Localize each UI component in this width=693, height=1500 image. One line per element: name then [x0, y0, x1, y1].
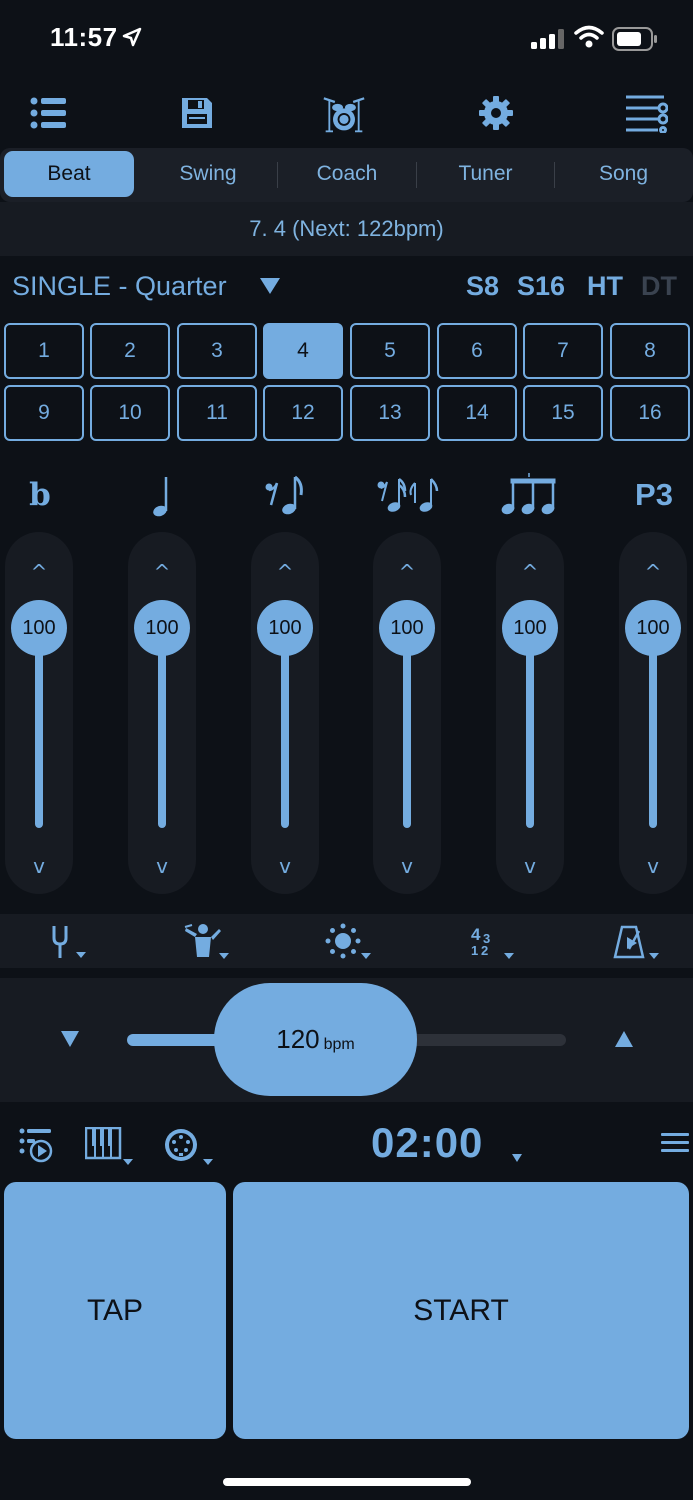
battery-icon [612, 27, 657, 51]
slider-knob[interactable]: 100 [11, 600, 67, 656]
caret-down-icon[interactable]: v [619, 854, 687, 878]
tempo-knob[interactable]: 120 bpm [214, 983, 417, 1096]
tempo-decrease-icon[interactable] [60, 1030, 80, 1048]
tempo-increase-icon[interactable] [614, 1030, 634, 1048]
beat-button-13[interactable]: 13 [350, 385, 430, 441]
slider-knob[interactable]: 100 [257, 600, 313, 656]
status-bar: 11:57 [0, 0, 693, 80]
tap-button[interactable]: TAP [4, 1182, 226, 1439]
beat-button-1[interactable]: 1 [4, 323, 84, 379]
tab-tuner[interactable]: Tuner [417, 151, 554, 197]
status-time: 11:57 [50, 22, 118, 52]
beat-button-14[interactable]: 14 [437, 385, 517, 441]
eighth-rest-note-icon[interactable] [262, 470, 306, 520]
triplet-notes-icon[interactable] [498, 470, 558, 520]
beat-button-7[interactable]: 7 [523, 323, 603, 379]
beat-button-6[interactable]: 6 [437, 323, 517, 379]
midi-icon[interactable] [163, 1127, 215, 1170]
signal-icon [531, 29, 564, 49]
settings-sliders-icon[interactable] [624, 91, 668, 135]
playlist-play-icon[interactable] [19, 1127, 55, 1168]
volume-slider[interactable]: ^ 100 v [373, 532, 441, 894]
caret-down-icon[interactable]: v [5, 854, 73, 878]
caret-up-icon[interactable]: ^ [496, 560, 564, 584]
tuning-fork-icon[interactable] [50, 922, 90, 962]
menu-icon[interactable] [661, 1133, 689, 1153]
triangle-down-icon[interactable] [259, 277, 281, 295]
beat-button-10[interactable]: 10 [90, 385, 170, 441]
tab-swing[interactable]: Swing [139, 151, 277, 197]
piano-keys-icon[interactable] [84, 1126, 137, 1170]
volume-slider[interactable]: ^ 100 v [496, 532, 564, 894]
sixteenth-notes-icon[interactable] [375, 470, 439, 520]
list-icon[interactable] [26, 91, 70, 135]
beat-button-3[interactable]: 3 [177, 323, 257, 379]
slider-knob[interactable]: 100 [379, 600, 435, 656]
flat-icon[interactable]: b [25, 470, 55, 520]
slider-knob[interactable]: 100 [625, 600, 681, 656]
tools-bar: 4312 [0, 914, 693, 968]
volume-slider[interactable]: ^ 100 v [5, 532, 73, 894]
brightness-icon[interactable] [325, 922, 373, 962]
wifi-icon [574, 25, 604, 48]
beat-button-5[interactable]: 5 [350, 323, 430, 379]
caret-up-icon[interactable]: ^ [5, 560, 73, 584]
location-arrow-icon [122, 27, 142, 47]
bottom-toolbar: 02:00 [0, 1115, 693, 1175]
tab-song[interactable]: Song [555, 151, 692, 197]
beat-button-11[interactable]: 11 [177, 385, 257, 441]
p3-label[interactable]: P3 [628, 470, 680, 520]
save-icon[interactable] [175, 91, 219, 135]
slider-knob[interactable]: 100 [502, 600, 558, 656]
beat-button-12[interactable]: 12 [263, 385, 343, 441]
subdivision-mode-row: SINGLE - Quarter S8 S16 HT DT [0, 265, 693, 311]
tempo-unit: bpm [323, 1035, 355, 1053]
svg-text:1: 1 [471, 943, 478, 958]
start-button[interactable]: START [233, 1182, 689, 1439]
metronome-play-icon[interactable] [613, 922, 661, 962]
tempo-track-filled[interactable] [127, 1034, 227, 1046]
volume-slider[interactable]: ^ 100 v [251, 532, 319, 894]
tempo-panel: 120 bpm [0, 978, 693, 1102]
caret-up-icon[interactable]: ^ [251, 560, 319, 584]
song-info-text: 7. 4 (Next: 122bpm) [0, 202, 693, 256]
svg-text:4: 4 [471, 925, 481, 944]
caret-up-icon[interactable]: ^ [373, 560, 441, 584]
tempo-track[interactable] [400, 1034, 566, 1046]
mode-selector[interactable]: SINGLE - Quarter [12, 271, 227, 302]
mode-tabs: Beat Swing Coach Tuner Song [0, 148, 693, 202]
tab-beat[interactable]: Beat [4, 151, 134, 197]
caret-down-icon[interactable]: v [251, 854, 319, 878]
quarter-note-icon[interactable] [145, 470, 179, 520]
timer-display[interactable]: 02:00 [371, 1119, 483, 1167]
beat-button-4[interactable]: 4 [263, 323, 343, 379]
gear-icon[interactable] [474, 91, 518, 135]
caret-up-icon[interactable]: ^ [619, 560, 687, 584]
beat-button-16[interactable]: 16 [610, 385, 690, 441]
beat-button-15[interactable]: 15 [523, 385, 603, 441]
conductor-icon[interactable] [183, 922, 233, 962]
caret-down-icon[interactable]: v [496, 854, 564, 878]
tab-coach[interactable]: Coach [278, 151, 416, 197]
drum-kit-icon[interactable] [322, 91, 366, 135]
caret-down-icon[interactable]: v [373, 854, 441, 878]
option-dt[interactable]: DT [641, 271, 677, 302]
tempo-value: 120 [276, 1024, 320, 1054]
volume-slider[interactable]: ^ 100 v [619, 532, 687, 894]
svg-text:2: 2 [481, 943, 488, 958]
top-toolbar [0, 85, 693, 145]
caret-up-icon[interactable]: ^ [128, 560, 196, 584]
caret-down-icon[interactable]: v [128, 854, 196, 878]
home-indicator [223, 1478, 471, 1486]
beat-button-9[interactable]: 9 [4, 385, 84, 441]
beat-button-2[interactable]: 2 [90, 323, 170, 379]
time-signature-icon[interactable]: 4312 [470, 922, 516, 962]
slider-knob[interactable]: 100 [134, 600, 190, 656]
beat-button-8[interactable]: 8 [610, 323, 690, 379]
chevron-down-icon[interactable] [511, 1153, 523, 1163]
option-s8[interactable]: S8 [466, 271, 499, 302]
volume-slider[interactable]: ^ 100 v [128, 532, 196, 894]
option-s16[interactable]: S16 [517, 271, 565, 302]
option-ht[interactable]: HT [587, 271, 623, 302]
